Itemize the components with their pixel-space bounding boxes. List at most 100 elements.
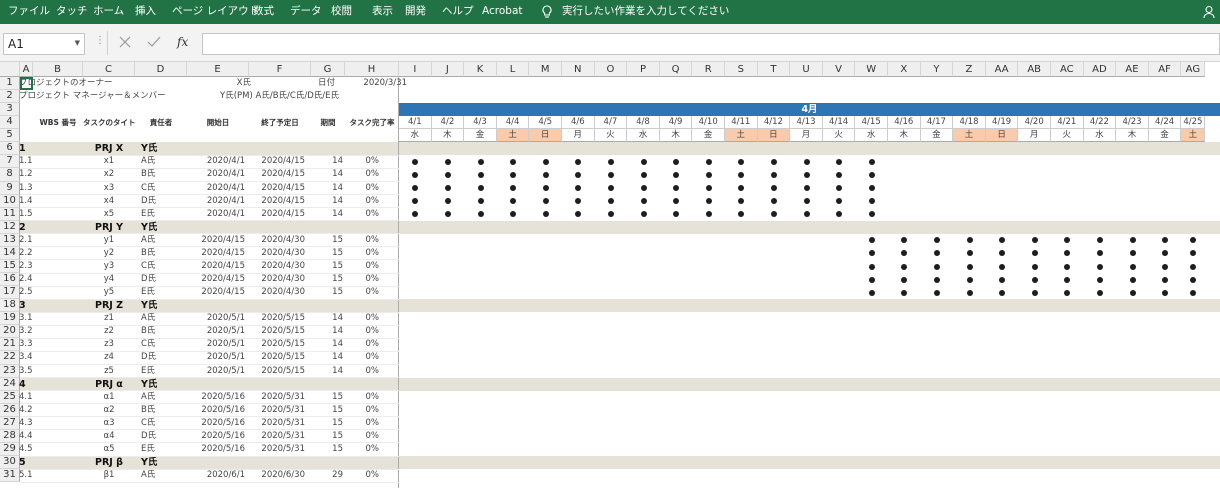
ribbon-tab[interactable]: 開発 bbox=[405, 0, 426, 24]
row-header[interactable]: 8 bbox=[0, 168, 20, 182]
row-header[interactable]: 27 bbox=[0, 416, 20, 430]
formula-input[interactable] bbox=[202, 33, 1220, 55]
ribbon-tab[interactable]: ページ レイアウト bbox=[172, 0, 259, 24]
date-cell: 4/22 bbox=[1083, 116, 1117, 130]
ribbon-tab[interactable]: ファイル bbox=[8, 0, 50, 24]
column-header[interactable]: X bbox=[888, 62, 921, 77]
duration: 14 bbox=[332, 208, 343, 219]
start-date: 2020/4/15 bbox=[201, 287, 245, 298]
row-header[interactable]: 12 bbox=[0, 220, 20, 234]
row-header[interactable]: 17 bbox=[0, 286, 20, 300]
column-header[interactable]: AD bbox=[1083, 62, 1117, 77]
column-header[interactable]: G bbox=[311, 62, 345, 77]
gantt-dot bbox=[999, 237, 1006, 244]
check-icon[interactable] bbox=[146, 34, 162, 50]
start-date: 2020/5/16 bbox=[201, 443, 245, 454]
row-header[interactable]: 26 bbox=[0, 403, 20, 417]
column-header[interactable]: B bbox=[33, 62, 83, 77]
column-header[interactable]: V bbox=[822, 62, 856, 77]
chevron-down-icon[interactable]: ▼ bbox=[75, 39, 80, 47]
column-header[interactable]: L bbox=[496, 62, 530, 77]
row-header[interactable]: 25 bbox=[0, 390, 20, 404]
row-header[interactable]: 21 bbox=[0, 338, 20, 352]
row-header[interactable]: 14 bbox=[0, 246, 20, 260]
active-cell[interactable] bbox=[20, 77, 33, 91]
column-header[interactable]: S bbox=[725, 62, 758, 77]
name-box[interactable]: A1 ▼ bbox=[3, 33, 85, 55]
name-box-value: A1 bbox=[8, 37, 24, 51]
task-title: x2 bbox=[103, 169, 115, 180]
tell-me-search[interactable]: 実行したい作業を入力してください bbox=[562, 0, 729, 24]
cancel-icon[interactable] bbox=[117, 34, 133, 50]
column-header[interactable]: J bbox=[431, 62, 465, 77]
worksheet-grid[interactable]: A B C D E F G H I J K L M N O P Q R S T U V W X Y Z AA AB AC AD AE AF AG… bbox=[0, 62, 1220, 488]
column-header[interactable]: AF bbox=[1148, 62, 1182, 77]
row-header[interactable]: 19 bbox=[0, 312, 20, 326]
row-header[interactable]: 30 bbox=[0, 456, 20, 470]
row-header[interactable]: 5 bbox=[0, 129, 20, 143]
gantt-dot bbox=[836, 185, 843, 192]
column-header[interactable]: P bbox=[627, 62, 660, 77]
column-header[interactable]: O bbox=[594, 62, 628, 77]
row-header[interactable]: 6 bbox=[0, 142, 20, 156]
column-header[interactable]: M bbox=[529, 62, 562, 77]
ribbon-tab[interactable]: 数式 bbox=[253, 0, 274, 24]
column-header[interactable]: W bbox=[855, 62, 888, 77]
row-header[interactable]: 16 bbox=[0, 273, 20, 287]
column-header[interactable]: AE bbox=[1116, 62, 1149, 77]
row-header[interactable]: 9 bbox=[0, 181, 20, 195]
row-header[interactable]: 7 bbox=[0, 155, 20, 169]
row-header[interactable]: 18 bbox=[0, 299, 20, 313]
row-header[interactable]: 15 bbox=[0, 259, 20, 274]
column-header[interactable]: AG bbox=[1181, 62, 1206, 77]
row-header[interactable]: 4 bbox=[0, 116, 20, 130]
ribbon-tab[interactable]: データ bbox=[290, 0, 322, 24]
column-header[interactable]: I bbox=[399, 62, 432, 77]
row-header[interactable]: 31 bbox=[0, 469, 20, 483]
insert-function-icon[interactable]: fx bbox=[177, 35, 188, 49]
ribbon-tab[interactable]: 表示 bbox=[372, 0, 393, 24]
gantt-dot bbox=[933, 276, 940, 283]
more-icon[interactable]: ⋮ bbox=[95, 35, 105, 46]
row-header[interactable]: 2 bbox=[0, 90, 20, 104]
row-header[interactable]: 24 bbox=[0, 377, 20, 391]
row-header[interactable]: 22 bbox=[0, 351, 20, 365]
row-header[interactable]: 23 bbox=[0, 364, 20, 378]
ribbon-tab[interactable]: ヘルプ bbox=[442, 0, 474, 24]
ribbon-tab[interactable]: タッチ bbox=[56, 0, 88, 24]
column-header[interactable]: AC bbox=[1051, 62, 1084, 77]
row-header[interactable]: 20 bbox=[0, 325, 20, 339]
column-header[interactable]: C bbox=[83, 62, 135, 77]
column-header[interactable]: T bbox=[757, 62, 791, 77]
row-header[interactable]: 28 bbox=[0, 429, 20, 443]
column-header[interactable]: AA bbox=[985, 62, 1019, 77]
column-header[interactable]: Y bbox=[920, 62, 954, 77]
row-header[interactable]: 1 bbox=[0, 77, 20, 91]
ribbon-tab[interactable]: ホーム bbox=[93, 0, 124, 24]
row-header[interactable]: 10 bbox=[0, 194, 20, 208]
column-header[interactable]: Z bbox=[953, 62, 986, 77]
column-header[interactable]: A bbox=[20, 62, 33, 77]
column-header[interactable]: E bbox=[187, 62, 249, 77]
ribbon: ファイル タッチ ホーム 挿入 ページ レイアウト 数式 データ 校閲 表示 開発 ヘルプ Acrob… bbox=[0, 0, 1220, 24]
ribbon-tab[interactable]: 挿入 bbox=[135, 0, 156, 24]
column-header[interactable]: Q bbox=[659, 62, 693, 77]
table-header: WBS 番号 bbox=[39, 118, 77, 128]
column-header[interactable]: K bbox=[464, 62, 497, 77]
column-header[interactable]: R bbox=[692, 62, 725, 77]
column-header[interactable]: F bbox=[249, 62, 311, 77]
column-header[interactable]: U bbox=[790, 62, 823, 77]
ribbon-tab[interactable]: 校閲 bbox=[331, 0, 352, 24]
row-header[interactable]: 11 bbox=[0, 207, 20, 221]
column-header[interactable]: D bbox=[135, 62, 187, 77]
column-header[interactable]: AB bbox=[1018, 62, 1051, 77]
column-header[interactable]: H bbox=[345, 62, 399, 77]
select-all-corner[interactable] bbox=[0, 62, 20, 77]
ribbon-tab[interactable]: Acrobat bbox=[482, 0, 523, 24]
row-header[interactable]: 29 bbox=[0, 442, 20, 457]
row-header[interactable]: 3 bbox=[0, 103, 20, 117]
row-gridline bbox=[20, 167, 399, 169]
row-header[interactable]: 13 bbox=[0, 233, 20, 247]
user-icon[interactable] bbox=[1203, 5, 1217, 19]
column-header[interactable]: N bbox=[562, 62, 595, 77]
